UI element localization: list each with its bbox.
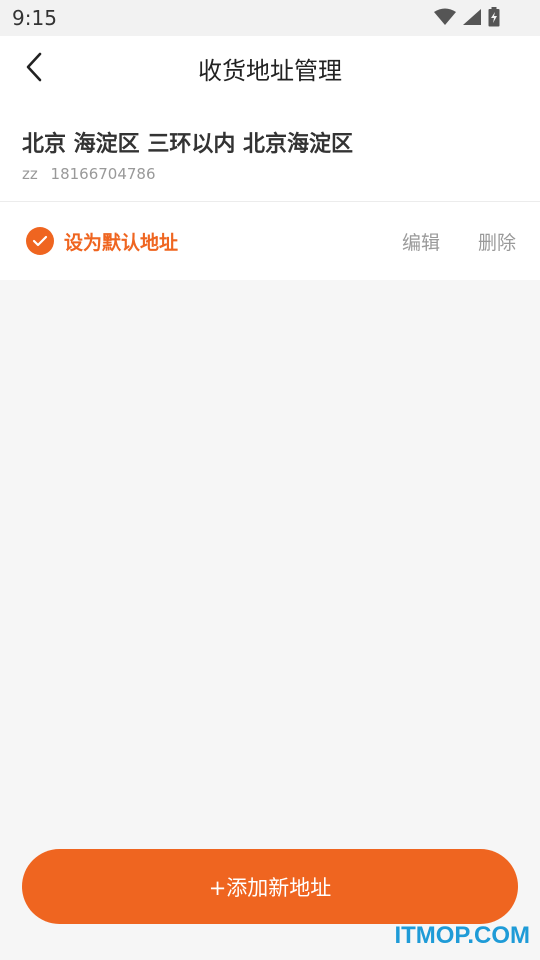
status-time: 9:15 (12, 6, 57, 30)
address-text: 北京 海淀区 三环以内 北京海淀区 (22, 132, 353, 157)
page-title: 收货地址管理 (198, 57, 342, 85)
signal-icon (462, 8, 482, 30)
contact-phone: 18166704786 (50, 165, 156, 183)
nav-bar: 收货地址管理 (0, 36, 540, 102)
watermark: ITMOP.COM (394, 922, 530, 949)
address-action-row: 设为默认地址 编辑 删除 (0, 202, 540, 280)
address-card[interactable]: 北京 海淀区 三环以内 北京海淀区 zz 18166704786 (0, 102, 540, 202)
screen: 9:15 收货地址管理 北京 海淀区 三环以内 北京海淀区 zz 1816670… (0, 0, 540, 960)
contact-name: zz (22, 165, 38, 183)
delete-button[interactable]: 删除 (478, 228, 516, 255)
battery-icon (488, 7, 500, 31)
set-default-toggle[interactable]: 设为默认地址 (26, 227, 178, 255)
contact-line: zz 18166704786 (22, 165, 164, 183)
wifi-icon (434, 8, 456, 30)
status-bar: 9:15 (0, 0, 540, 36)
status-icons (434, 7, 500, 31)
add-address-button[interactable]: +添加新地址 (22, 849, 518, 924)
set-default-label: 设为默认地址 (64, 231, 179, 254)
check-icon (26, 227, 54, 255)
edit-button[interactable]: 编辑 (402, 228, 440, 255)
